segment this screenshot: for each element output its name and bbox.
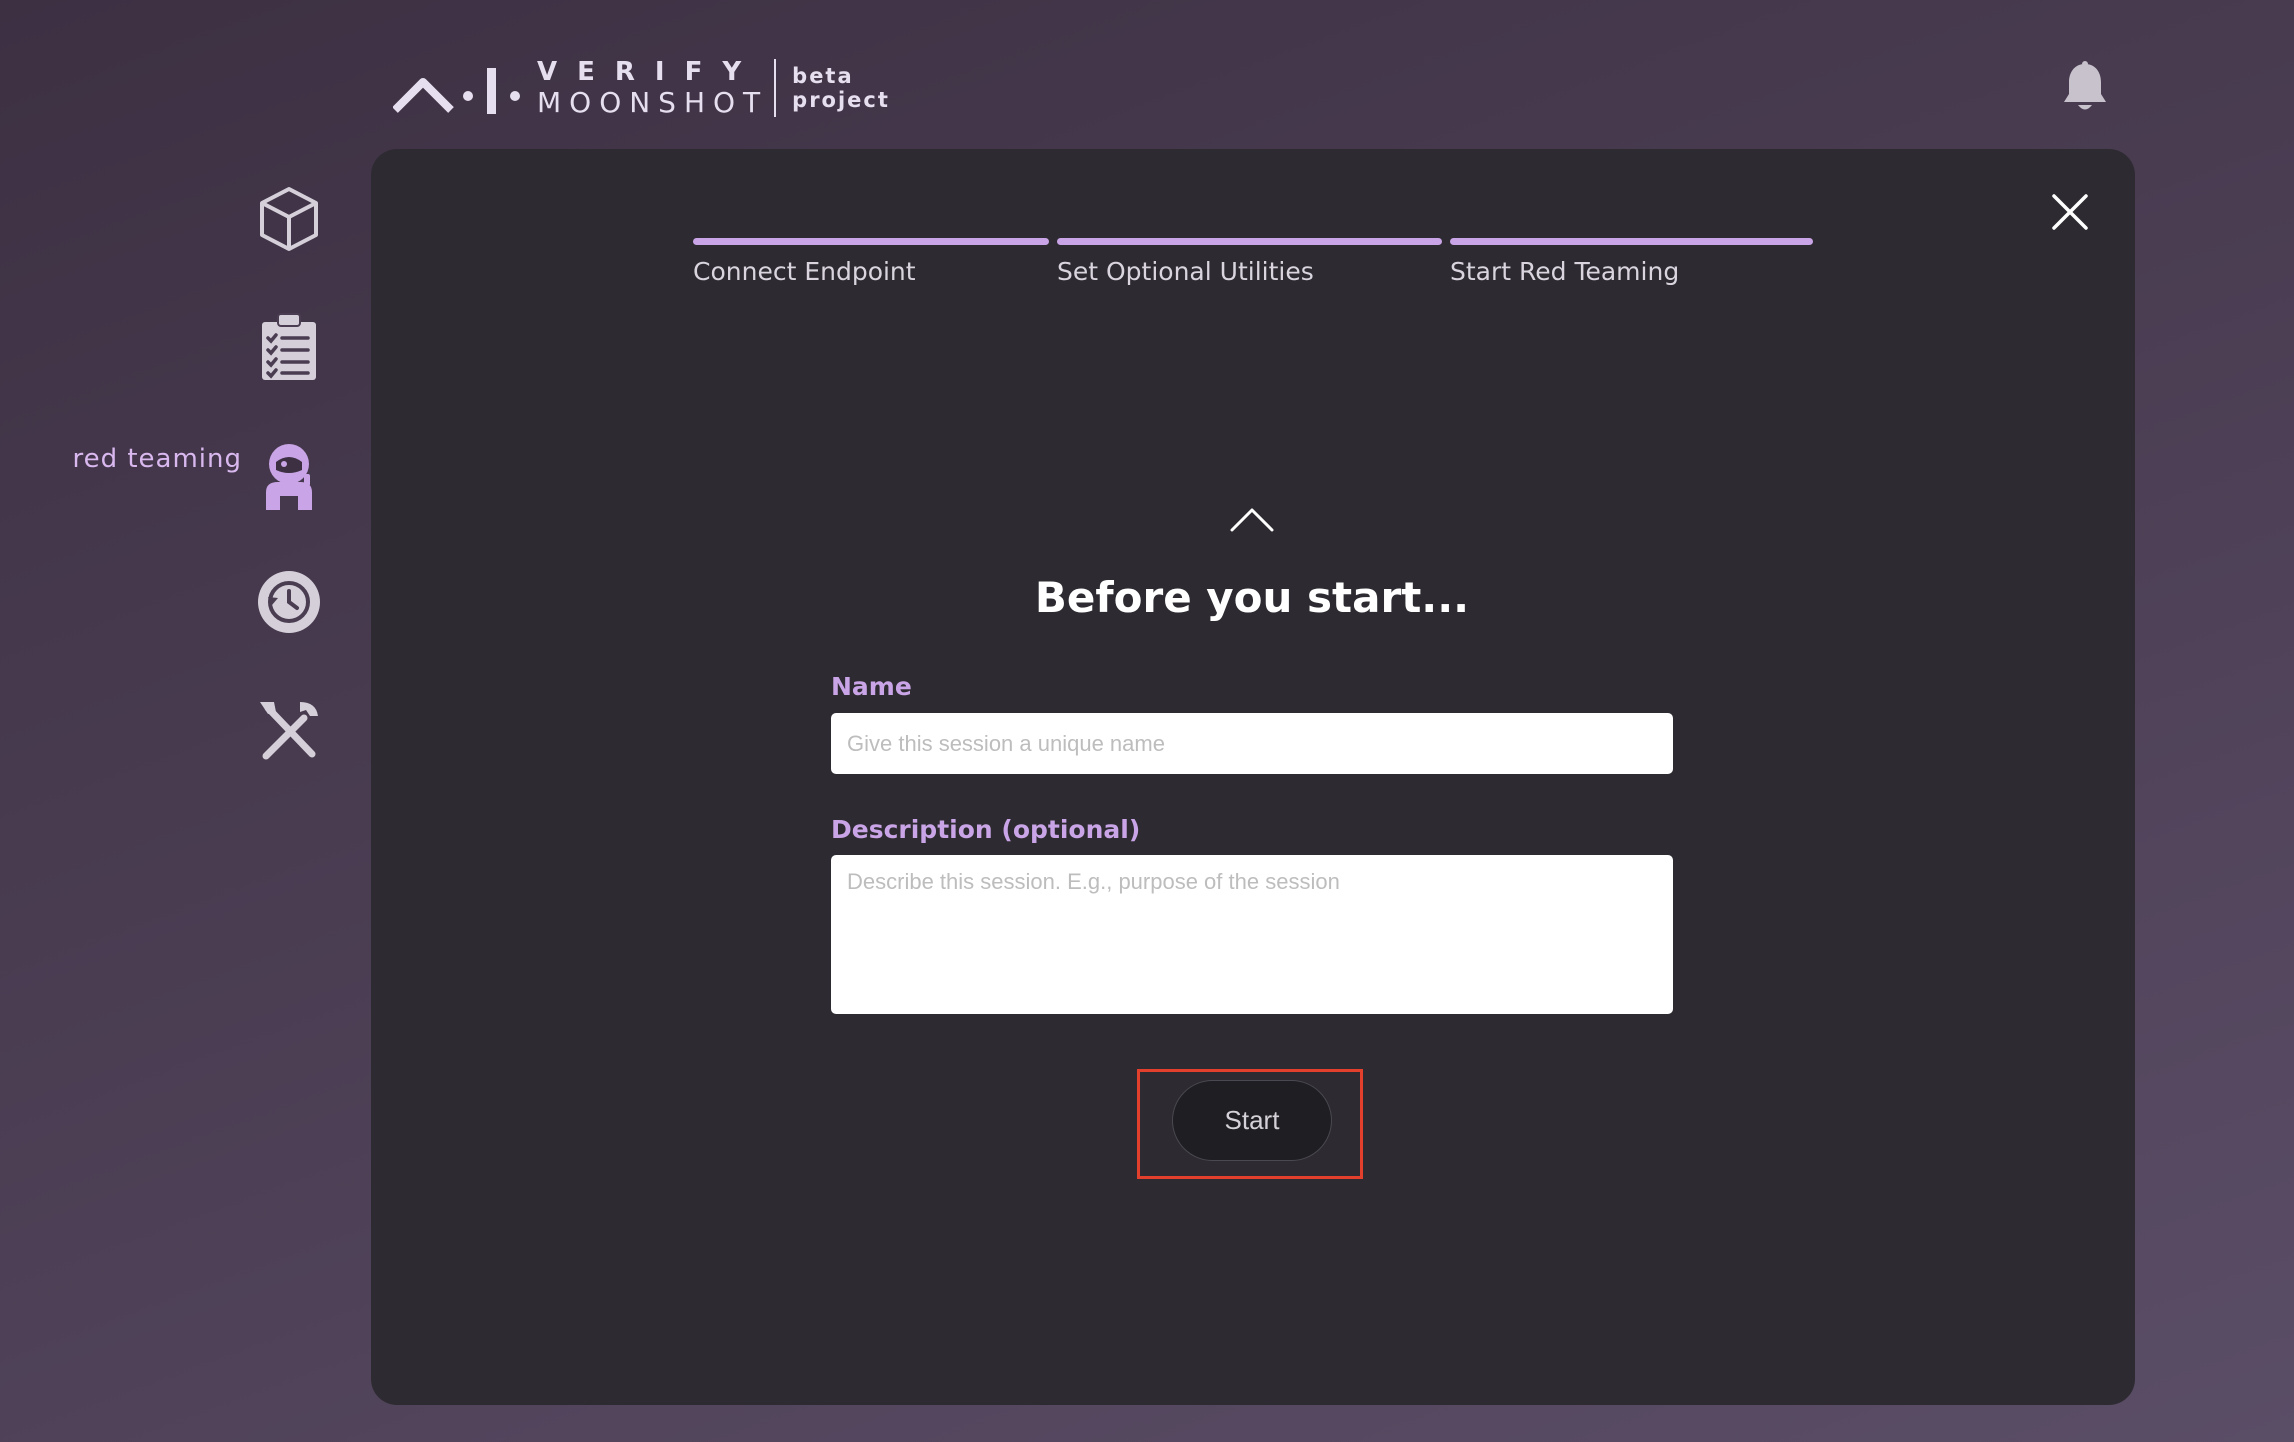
step-label: Connect Endpoint xyxy=(693,257,916,286)
astronaut-icon[interactable] xyxy=(254,440,324,510)
logo-divider xyxy=(774,59,777,117)
step-progress-bar xyxy=(1057,238,1442,245)
name-label: Name xyxy=(831,672,912,701)
description-label: Description (optional) xyxy=(831,815,1141,844)
step-connect-endpoint: Connect Endpoint xyxy=(693,238,1049,286)
step-label: Set Optional Utilities xyxy=(1057,257,1314,286)
chevron-up-icon[interactable] xyxy=(1229,505,1275,533)
logo-beta-text: beta xyxy=(792,63,854,88)
step-progress-bar xyxy=(693,238,1049,245)
step-set-optional-utilities: Set Optional Utilities xyxy=(1057,238,1442,286)
red-teaming-setup-panel xyxy=(371,149,2135,1405)
clipboard-checklist-icon[interactable] xyxy=(254,312,324,382)
sidebar-item-red-teaming-label: red teaming xyxy=(72,444,242,474)
logo-project-text: project xyxy=(792,88,890,112)
logo-verify-text: VERIFY xyxy=(537,57,762,87)
app-logo: VERIFY MOONSHOT beta project xyxy=(393,56,890,120)
session-name-input[interactable] xyxy=(831,713,1673,774)
start-button[interactable]: Start xyxy=(1172,1080,1332,1161)
history-clock-icon[interactable] xyxy=(254,567,324,637)
logo-moonshot-text: MOONSHOT xyxy=(537,86,769,119)
session-description-textarea[interactable] xyxy=(831,855,1673,1014)
step-progress-bar xyxy=(1450,238,1813,245)
bell-icon[interactable] xyxy=(2060,60,2110,114)
close-icon[interactable] xyxy=(2051,193,2089,231)
tools-icon[interactable] xyxy=(254,696,324,766)
step-start-red-teaming: Start Red Teaming xyxy=(1450,238,1813,286)
cube-icon[interactable] xyxy=(254,184,324,254)
aiverify-logo-mark-icon xyxy=(393,68,520,114)
step-label: Start Red Teaming xyxy=(1450,257,1680,286)
form-title: Before you start... xyxy=(1034,573,1470,622)
